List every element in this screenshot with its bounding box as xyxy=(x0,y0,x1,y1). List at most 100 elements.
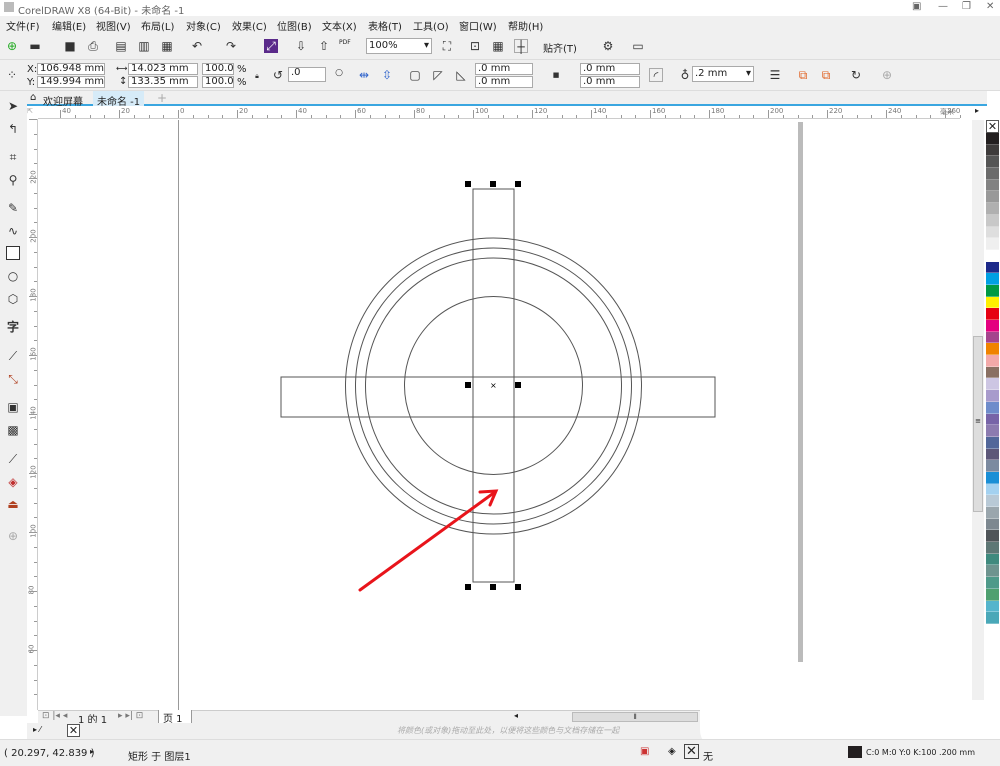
relative-corner-scaling-icon[interactable]: ◜ xyxy=(649,68,663,83)
help-icon[interactable]: ▣ xyxy=(912,1,921,12)
redo-icon[interactable]: ↷ xyxy=(224,39,238,53)
color-swatch[interactable] xyxy=(986,355,999,367)
y-position-input[interactable]: 149.994 mm xyxy=(37,76,105,88)
add-tab-button[interactable]: + xyxy=(157,91,167,105)
menu-table[interactable]: 表格(T) xyxy=(368,18,402,33)
connector-tool-icon[interactable]: ⤡ xyxy=(6,372,20,386)
eyedropper-icon[interactable]: ⟋ xyxy=(6,452,20,466)
freehand-tool-icon[interactable]: ✎ xyxy=(6,201,20,215)
color-swatch[interactable] xyxy=(986,331,999,344)
save-icon[interactable]: ■ xyxy=(63,39,77,53)
color-swatch[interactable] xyxy=(986,378,999,391)
zoom-tool-icon[interactable]: ⚲ xyxy=(6,173,20,187)
color-swatch[interactable] xyxy=(986,460,999,472)
color-swatch[interactable] xyxy=(986,249,999,262)
color-swatch[interactable] xyxy=(986,179,999,192)
cut-icon[interactable]: ▤ xyxy=(114,39,128,53)
scale-y-input[interactable]: 100.0 xyxy=(202,76,234,88)
convert-to-curves-icon[interactable]: ↻ xyxy=(849,68,863,82)
full-screen-icon[interactable]: ⛶ xyxy=(440,39,454,53)
menu-text[interactable]: 文本(X) xyxy=(322,18,357,33)
polygon-tool-icon[interactable]: ⬡ xyxy=(6,292,20,306)
corner-radius-bottom-left[interactable]: .0 mm xyxy=(475,76,533,88)
ruler-origin-icon[interactable]: ⇱ xyxy=(27,107,38,119)
publish-pdf-button[interactable]: PDF xyxy=(339,39,351,46)
color-swatch[interactable] xyxy=(986,296,999,309)
scalloped-corner-icon[interactable]: ◸ xyxy=(431,68,445,82)
color-swatch[interactable] xyxy=(986,600,999,613)
color-swatch[interactable] xyxy=(986,226,999,239)
application-launcher-icon[interactable]: ▭ xyxy=(631,39,645,53)
x-position-input[interactable]: 106.948 mm xyxy=(37,63,105,75)
color-swatch[interactable] xyxy=(986,401,999,414)
menu-edit[interactable]: 编辑(E) xyxy=(52,18,86,33)
drawing-canvas[interactable]: × xyxy=(38,120,960,710)
parallel-dimension-icon[interactable]: ⟋ xyxy=(6,349,20,363)
new-document-icon[interactable]: ⊕ xyxy=(5,39,19,53)
color-swatch[interactable] xyxy=(986,238,999,250)
page-nav-controls-icon[interactable]: ⊡ |◂ ◂ xyxy=(42,711,67,721)
menu-file[interactable]: 文件(F) xyxy=(6,18,40,33)
color-swatch[interactable] xyxy=(986,565,999,578)
rectangle-tool-icon[interactable] xyxy=(6,246,20,260)
color-swatch[interactable] xyxy=(986,425,999,437)
corner-radius-bottom-right[interactable]: .0 mm xyxy=(580,76,640,88)
pick-tool-icon[interactable]: ➤ xyxy=(6,99,20,113)
show-grid-icon[interactable]: ▦ xyxy=(491,39,505,53)
undo-icon[interactable]: ↶ xyxy=(190,39,204,53)
menu-tools[interactable]: 工具(O) xyxy=(413,18,449,33)
color-proof-icon[interactable]: ▣ xyxy=(640,746,649,757)
mirror-horizontal-icon[interactable]: ⇹ xyxy=(357,68,371,82)
copy-icon[interactable]: ▥ xyxy=(137,39,151,53)
color-swatch[interactable] xyxy=(986,168,999,180)
transparency-icon[interactable]: ▩ xyxy=(6,423,20,437)
color-swatch[interactable] xyxy=(986,191,999,204)
menu-object[interactable]: 对象(C) xyxy=(186,18,221,33)
minimize-button[interactable]: — xyxy=(938,1,948,12)
status-arrow-icon[interactable]: ▸ xyxy=(90,747,94,756)
export-icon[interactable]: ⇧ xyxy=(317,39,331,53)
scroll-left-icon[interactable]: ◂ xyxy=(514,711,518,720)
to-front-icon[interactable]: ⧉ xyxy=(796,68,810,82)
mirror-vertical-icon[interactable]: ⇳ xyxy=(380,68,394,82)
smart-fill-icon[interactable]: ⏏ xyxy=(6,497,20,511)
tab-document[interactable]: 未命名 -1 xyxy=(93,91,145,108)
no-color-swatch[interactable]: ✕ xyxy=(67,724,80,737)
color-swatch[interactable] xyxy=(986,553,999,566)
color-swatch[interactable] xyxy=(986,588,999,601)
color-swatch[interactable] xyxy=(986,366,999,379)
snap-to-button[interactable]: 贴齐(T) xyxy=(543,40,577,55)
color-swatch[interactable] xyxy=(986,144,999,157)
width-input[interactable]: 14.023 mm xyxy=(128,63,198,75)
color-swatch[interactable] xyxy=(986,495,999,507)
show-guidelines-icon[interactable]: ┼ xyxy=(514,39,528,54)
color-swatch[interactable] xyxy=(986,203,999,215)
text-wrap-icon[interactable]: ☰ xyxy=(768,68,782,82)
shape-tool-icon[interactable]: ↰ xyxy=(6,122,20,136)
color-swatch[interactable] xyxy=(986,413,999,426)
color-swatch[interactable] xyxy=(986,133,999,145)
search-content-icon[interactable]: ⤢ xyxy=(264,39,278,53)
scale-x-input[interactable]: 100.0 xyxy=(202,63,234,75)
import-icon[interactable]: ⇩ xyxy=(294,39,308,53)
artistic-media-icon[interactable]: ∿ xyxy=(6,224,20,238)
corner-radius-top-right[interactable]: .0 mm xyxy=(580,63,640,75)
object-origin-icon[interactable]: ⁘ xyxy=(5,68,19,82)
color-swatch[interactable] xyxy=(986,436,999,449)
menu-layout[interactable]: 布局(L) xyxy=(141,18,174,33)
chamfered-corner-icon[interactable]: ◺ xyxy=(454,68,468,82)
height-input[interactable]: 133.35 mm xyxy=(128,76,198,88)
palette-menu-arrow-icon[interactable]: ▸ xyxy=(975,106,979,115)
color-swatch[interactable] xyxy=(986,471,999,484)
lock-ratio-icon[interactable]: 🔒︎ xyxy=(250,69,264,83)
menu-view[interactable]: 视图(V) xyxy=(96,18,131,33)
menu-bitmap[interactable]: 位图(B) xyxy=(277,18,312,33)
lock-corners-icon[interactable]: ■ xyxy=(549,68,563,82)
paste-icon[interactable]: ▦ xyxy=(160,39,174,53)
options-gear-icon[interactable]: ⚙ xyxy=(601,39,615,53)
color-swatch[interactable] xyxy=(986,518,999,531)
menu-help[interactable]: 帮助(H) xyxy=(508,18,543,33)
color-swatch[interactable] xyxy=(986,343,999,356)
color-swatch[interactable] xyxy=(986,448,999,461)
close-button[interactable]: ✕ xyxy=(986,1,994,12)
